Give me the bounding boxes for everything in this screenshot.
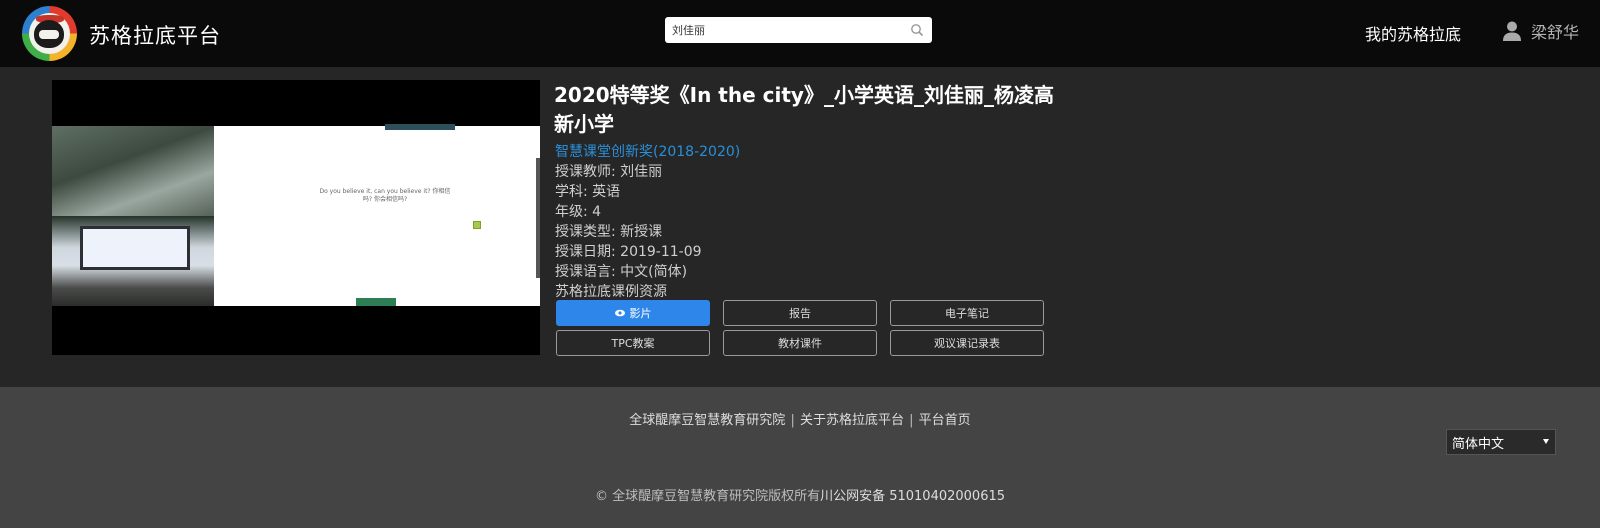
search-icon[interactable] [910,23,924,37]
footer-link-home[interactable]: 平台首页 [919,413,971,428]
search-input[interactable] [665,17,901,43]
lesson-language-info: 授课语言: 中文(简体) [555,264,688,280]
whiteboard-image [80,226,190,270]
subject-info: 学科: 英语 [555,184,621,200]
report-button[interactable]: 报告 [723,300,877,326]
observation-record-button[interactable]: 观议课记录表 [890,330,1044,356]
chevron-down-icon [1543,439,1549,444]
classroom-camera-top [52,126,214,216]
my-socrates-link[interactable]: 我的苏格拉底 [1365,21,1461,45]
footer-links: 全球醍摩豆智慧教育研究院 | 关于苏格拉底平台 | 平台首页 [0,409,1600,428]
copyright-text: © 全球醍摩豆智慧教育研究院版权所有 [594,489,821,504]
notes-button[interactable]: 电子笔记 [890,300,1044,326]
materials-button[interactable]: 教材课件 [723,330,877,356]
lesson-type-info: 授课类型: 新授课 [555,224,663,240]
icp-link[interactable]: 川公网安备 51010402000615 [820,489,1005,504]
brand-title[interactable]: 苏格拉底平台 [89,20,221,50]
slide-toolbar-right [536,158,540,278]
footer-separator: | [790,413,795,428]
slide-toolbar-bottom [356,298,396,306]
award-link[interactable]: 智慧课堂创新奖(2018-2020) [555,141,740,161]
platform-logo[interactable] [22,6,77,61]
footer: 全球醍摩豆智慧教育研究院 | 关于苏格拉底平台 | 平台首页 简体中文 © 全球… [0,387,1600,528]
footer-separator: | [909,413,914,428]
user-icon [1503,21,1521,41]
search-box[interactable] [665,17,932,43]
video-player[interactable]: Do you believe it, can you believe it? 你… [52,80,540,355]
lesson-title: 2020特等奖《In the city》_小学英语_刘佳丽_杨凌高新小学 [554,83,1054,136]
lesson-date-info: 授课日期: 2019-11-09 [555,244,702,260]
language-select-value: 简体中文 [1452,436,1505,452]
footer-link-institute[interactable]: 全球醍摩豆智慧教育研究院 [629,413,785,428]
lesson-detail: Do you believe it, can you believe it? 你… [0,67,1600,387]
resource-label: 苏格拉底课例资源 [555,284,667,300]
slide-text: Do you believe it, can you believe it? 你… [319,188,451,203]
language-select[interactable]: 简体中文 [1446,429,1556,455]
footer-link-about[interactable]: 关于苏格拉底平台 [800,413,904,428]
tpc-plan-button[interactable]: TPC教案 [556,330,710,356]
user-name[interactable]: 梁舒华 [1531,19,1579,43]
copyright: © 全球醍摩豆智慧教育研究院版权所有川公网安备 51010402000615 [0,485,1600,504]
video-button[interactable]: 影片 [556,300,710,326]
video-button-label: 影片 [629,307,652,320]
video-frame: Do you believe it, can you believe it? 你… [52,124,540,306]
grade-info: 年级: 4 [555,204,602,220]
slide-toolbar-top [385,124,455,130]
slide-marker [473,221,481,229]
user-menu[interactable]: 梁舒华 [1502,18,1579,44]
teacher-info: 授课教师: 刘佳丽 [555,164,663,180]
top-navbar: 苏格拉底平台 我的苏格拉底 梁舒华 [0,0,1600,67]
eye-icon [614,309,625,317]
